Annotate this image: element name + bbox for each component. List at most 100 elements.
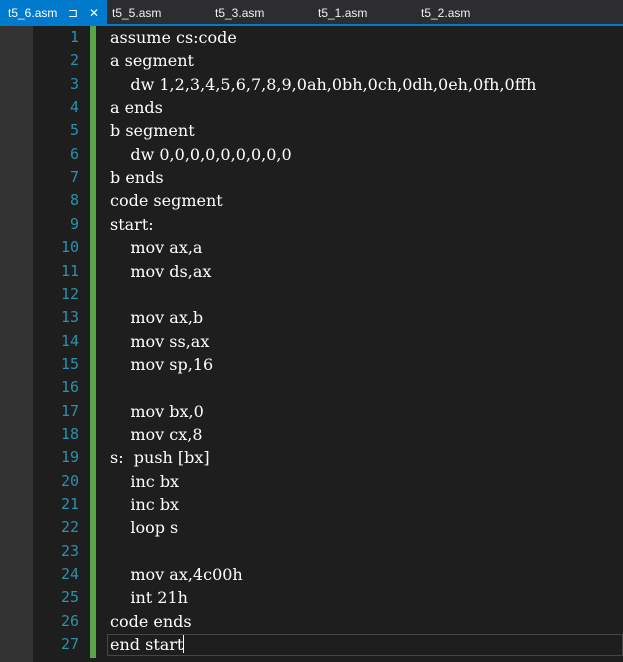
code-line-text: inc bx	[110, 495, 180, 514]
code-line[interactable]: 17 mov bx,0	[0, 400, 623, 423]
code-line[interactable]: 18 mov cx,8	[0, 423, 623, 446]
line-number: 2	[69, 51, 79, 70]
code-line-text: b ends	[110, 168, 164, 188]
code-text[interactable]: mov cx,8	[110, 423, 203, 446]
code-text[interactable]: mov ss,ax	[110, 330, 209, 353]
code-text[interactable]: int 21h	[110, 586, 188, 609]
code-line[interactable]: 4 a ends	[0, 96, 623, 119]
code-text[interactable]: inc bx	[110, 493, 179, 516]
tab-label: t5_3.asm	[215, 6, 265, 20]
line-number: 8	[69, 191, 79, 210]
code-text[interactable]: loop s	[110, 516, 178, 539]
code-line[interactable]: 21 inc bx	[0, 493, 623, 516]
code-line[interactable]: 27 end start	[0, 633, 623, 657]
close-icon[interactable]: ✕	[89, 0, 99, 24]
code-line[interactable]: 9 start:	[0, 213, 623, 236]
line-number: 27	[60, 635, 79, 654]
tab-t5-6[interactable]: t5_6.asm ⊐ ✕	[0, 0, 107, 24]
code-text[interactable]: end start	[110, 633, 185, 656]
code-line-text: b segment	[110, 121, 195, 141]
code-line[interactable]: 26 code ends	[0, 610, 623, 633]
code-line[interactable]: 1 assume cs:code	[0, 26, 623, 49]
code-line[interactable]: 11 mov ds,ax	[0, 260, 623, 283]
code-line-text: mov ss,ax	[110, 331, 210, 351]
tab-t5-5[interactable]: t5_5.asm	[112, 0, 161, 24]
line-number: 26	[60, 611, 79, 630]
code-text[interactable]: mov ds,ax	[110, 260, 211, 283]
line-number: 17	[60, 401, 79, 420]
code-line[interactable]: 12	[0, 283, 623, 306]
code-line[interactable]: 22 loop s	[0, 516, 623, 539]
code-line-text: mov ax,b	[110, 308, 204, 328]
tab-label: t5_6.asm	[8, 6, 58, 20]
code-line-text: mov ax,a	[110, 238, 203, 258]
line-number: 14	[60, 331, 79, 350]
code-line-text: loop s	[110, 518, 179, 538]
code-text[interactable]: mov ax,a	[110, 236, 202, 259]
code-line-text: a ends	[110, 98, 163, 118]
code-line[interactable]: 3 dw 1,2,3,4,5,6,7,8,9,0ah,0bh,0ch,0dh,0…	[0, 73, 623, 96]
code-line-text: dw 0,0,0,0,0,0,0,0,0	[110, 144, 292, 164]
code-line-text: code segment	[110, 191, 223, 211]
tab-label: t5_5.asm	[112, 6, 162, 20]
code-line[interactable]: 23	[0, 540, 623, 563]
line-number: 19	[60, 448, 79, 467]
line-number: 7	[69, 168, 79, 187]
code-editor[interactable]: 1 assume cs:code 2 a segment 3 dw 1,2,3,4,5,…	[0, 26, 623, 662]
code-line[interactable]: 19 s: push [bx]	[0, 446, 623, 469]
code-text[interactable]: code ends	[110, 610, 192, 633]
code-line-text: mov sp,16	[110, 354, 214, 374]
code-line-text: a segment	[110, 51, 194, 71]
pin-icon[interactable]: ⊐	[68, 0, 78, 24]
code-line[interactable]: 8 code segment	[0, 189, 623, 212]
line-number: 4	[69, 98, 79, 117]
line-number: 16	[60, 378, 79, 397]
line-number: 24	[60, 565, 79, 584]
tab-t5-2[interactable]: t5_2.asm	[421, 0, 470, 24]
code-text[interactable]: code segment	[110, 189, 223, 212]
tab-t5-3[interactable]: t5_3.asm	[215, 0, 264, 24]
line-number: 5	[69, 121, 79, 140]
code-text[interactable]: mov bx,0	[110, 400, 203, 423]
code-line-text: assume cs:code	[110, 28, 237, 47]
current-line-highlight	[107, 634, 623, 657]
code-text[interactable]: start:	[110, 213, 154, 236]
code-line[interactable]: 16	[0, 376, 623, 399]
code-line-text: mov cx,8	[110, 424, 203, 444]
line-number: 22	[60, 518, 79, 537]
code-text[interactable]: assume cs:code	[110, 26, 237, 49]
code-text[interactable]: dw 1,2,3,4,5,6,7,8,9,0ah,0bh,0ch,0dh,0eh…	[110, 73, 536, 96]
code-text[interactable]: b ends	[110, 166, 164, 189]
code-line[interactable]: 24 mov ax,4c00h	[0, 563, 623, 586]
code-text[interactable]: a segment	[110, 49, 194, 72]
code-line[interactable]: 25 int 21h	[0, 586, 623, 609]
code-text[interactable]: mov ax,b	[110, 306, 203, 329]
code-line[interactable]: 10 mov ax,a	[0, 236, 623, 259]
code-line[interactable]: 2 a segment	[0, 49, 623, 72]
code-line-text: dw 1,2,3,4,5,6,7,8,9,0ah,0bh,0ch,0dh,0eh…	[110, 74, 537, 94]
code-line-text: mov ds,ax	[110, 261, 212, 281]
code-text[interactable]: a ends	[110, 96, 163, 119]
code-text[interactable]: s: push [bx]	[110, 446, 210, 469]
code-line[interactable]: 7 b ends	[0, 166, 623, 189]
code-line[interactable]: 5 b segment	[0, 119, 623, 142]
code-text[interactable]: b segment	[110, 119, 195, 142]
code-text[interactable]: dw 0,0,0,0,0,0,0,0,0	[110, 143, 292, 166]
code-text[interactable]: mov ax,4c00h	[110, 563, 242, 586]
code-line[interactable]: 15 mov sp,16	[0, 353, 623, 376]
code-line-text: s: push [bx]	[110, 448, 210, 468]
code-line-text: int 21h	[110, 588, 188, 608]
tab-bar: t5_6.asm ⊐ ✕ t5_5.asm t5_3.asm t5_1.asm …	[0, 0, 623, 26]
code-text[interactable]: inc bx	[110, 470, 179, 493]
line-number: 25	[60, 588, 79, 607]
line-number: 15	[60, 354, 79, 373]
line-number: 23	[60, 541, 79, 560]
tab-t5-1[interactable]: t5_1.asm	[318, 0, 367, 24]
code-line[interactable]: 20 inc bx	[0, 470, 623, 493]
code-line[interactable]: 6 dw 0,0,0,0,0,0,0,0,0	[0, 143, 623, 166]
code-text[interactable]: mov sp,16	[110, 353, 213, 376]
code-line[interactable]: 13 mov ax,b	[0, 306, 623, 329]
code-line[interactable]: 14 mov ss,ax	[0, 330, 623, 353]
code-line-text: start:	[110, 214, 154, 234]
text-caret	[183, 635, 185, 654]
